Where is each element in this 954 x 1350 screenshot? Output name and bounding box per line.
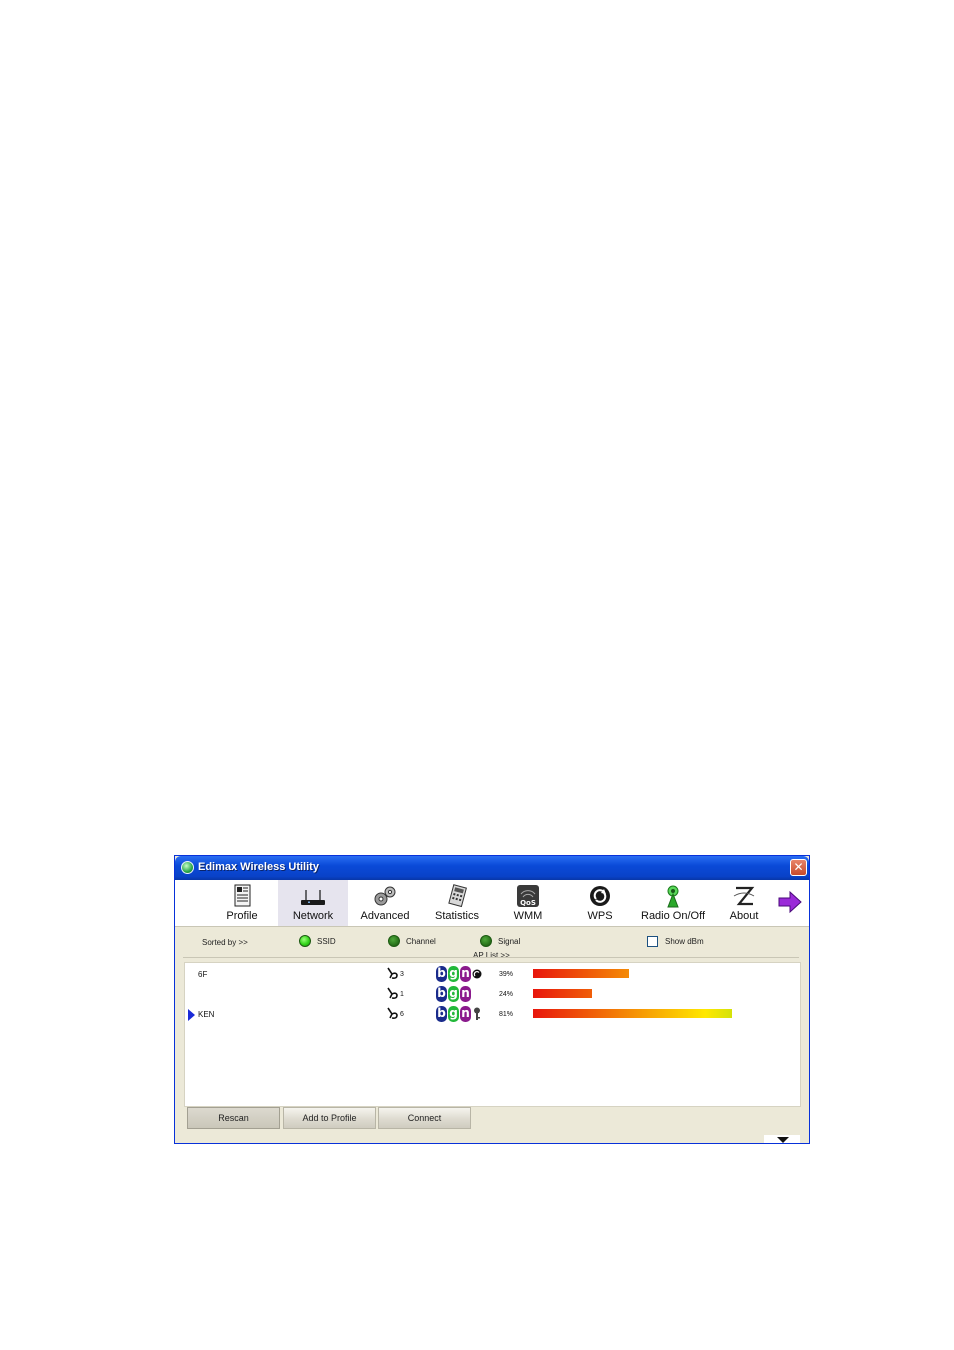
- gears-icon: [374, 886, 396, 906]
- ap-channel: 1: [400, 991, 404, 998]
- statistics-icon: [448, 884, 467, 908]
- selected-row-arrow-icon: [188, 1009, 195, 1021]
- toolbar: Profile Network Advanced Statistics QoS …: [175, 880, 809, 927]
- mode-b-badge: b: [436, 986, 447, 1002]
- ap-list-label: AP List >>: [473, 951, 510, 960]
- radio-ssid[interactable]: [299, 935, 311, 947]
- window-title: Edimax Wireless Utility: [198, 861, 319, 873]
- tab-wps[interactable]: WPS: [565, 880, 635, 926]
- tab-network[interactable]: Network: [278, 880, 348, 926]
- radio-channel[interactable]: [388, 935, 400, 947]
- signal-bar: [533, 989, 592, 998]
- radio-signal-label: Signal: [498, 937, 521, 946]
- tab-network-label: Network: [292, 910, 334, 922]
- mode-n-badge: n: [460, 966, 471, 982]
- radio-channel-label: Channel: [406, 937, 436, 946]
- tab-about[interactable]: About: [709, 880, 779, 926]
- expand-button[interactable]: [764, 1135, 800, 1143]
- mode-n-badge: n: [460, 1006, 471, 1022]
- mode-g-badge: g: [448, 1006, 459, 1022]
- add-to-profile-button[interactable]: Add to Profile: [283, 1107, 376, 1129]
- tab-wps-label: WPS: [587, 910, 613, 922]
- router-icon: [301, 890, 325, 905]
- rescan-button[interactable]: Rescan: [187, 1107, 280, 1129]
- show-dbm-label: Show dBm: [665, 937, 704, 946]
- tab-profile-label: Profile: [226, 910, 258, 922]
- ap-signal-percent: 81%: [499, 1011, 514, 1018]
- next-page-arrow-icon[interactable]: [777, 890, 803, 914]
- tab-about-label: About: [729, 910, 759, 922]
- radio-signal[interactable]: [480, 935, 492, 947]
- ap-ssid: 6F: [198, 970, 208, 979]
- app-icon: [181, 861, 194, 874]
- ap-list: 6F 3 b g n 39% 1 b g n 24% KEN 6 b g n 8…: [184, 962, 801, 1107]
- channel-icon: [387, 967, 398, 979]
- svg-text:QoS: QoS: [520, 899, 536, 907]
- mode-b-badge: b: [436, 1006, 447, 1022]
- ap-row[interactable]: 6F 3 b g n 39%: [185, 965, 800, 983]
- about-icon: [733, 886, 755, 906]
- sorted-by-label: Sorted by >>: [202, 938, 248, 947]
- qos-icon: QoS: [517, 885, 539, 907]
- tab-wmm[interactable]: QoS WMM: [493, 880, 563, 926]
- mode-g-badge: g: [448, 966, 459, 982]
- ap-signal-percent: 24%: [499, 991, 514, 998]
- ap-channel: 3: [400, 971, 404, 978]
- signal-bar: [533, 969, 629, 978]
- tab-advanced[interactable]: Advanced: [350, 880, 420, 926]
- key-icon: [474, 1007, 480, 1020]
- mode-b-badge: b: [436, 966, 447, 982]
- tab-statistics[interactable]: Statistics: [422, 880, 492, 926]
- tab-wmm-label: WMM: [513, 910, 543, 922]
- show-dbm-checkbox[interactable]: [647, 936, 658, 947]
- mode-g-badge: g: [448, 986, 459, 1002]
- channel-icon: [387, 1007, 398, 1019]
- radio-antenna-icon: [667, 885, 679, 908]
- wps-small-icon: [472, 969, 482, 979]
- wps-icon: [590, 886, 610, 906]
- tab-profile[interactable]: Profile: [207, 880, 277, 926]
- ap-ssid: KEN: [198, 1010, 215, 1019]
- edimax-wireless-utility-window: Edimax Wireless Utility ✕ Profile Networ…: [174, 855, 810, 1144]
- ap-row[interactable]: KEN 6 b g n 81%: [185, 1005, 800, 1023]
- tab-radio-on-off[interactable]: Radio On/Off: [637, 880, 709, 926]
- profile-icon: [234, 884, 251, 907]
- signal-bar: [533, 1009, 732, 1018]
- tab-advanced-label: Advanced: [360, 910, 410, 922]
- divider: [183, 957, 799, 958]
- close-button[interactable]: ✕: [790, 859, 807, 876]
- channel-icon: [387, 987, 398, 999]
- ap-row[interactable]: 1 b g n 24%: [185, 985, 800, 1003]
- title-bar[interactable]: Edimax Wireless Utility ✕: [175, 856, 809, 880]
- ap-channel: 6: [400, 1011, 404, 1018]
- tab-statistics-label: Statistics: [434, 910, 479, 922]
- connect-button[interactable]: Connect: [378, 1107, 471, 1129]
- chevron-down-icon: [777, 1137, 789, 1143]
- radio-ssid-label: SSID: [317, 937, 336, 946]
- tab-radio-on-off-label: Radio On/Off: [641, 910, 705, 922]
- mode-n-badge: n: [460, 986, 471, 1002]
- ap-signal-percent: 39%: [499, 971, 514, 978]
